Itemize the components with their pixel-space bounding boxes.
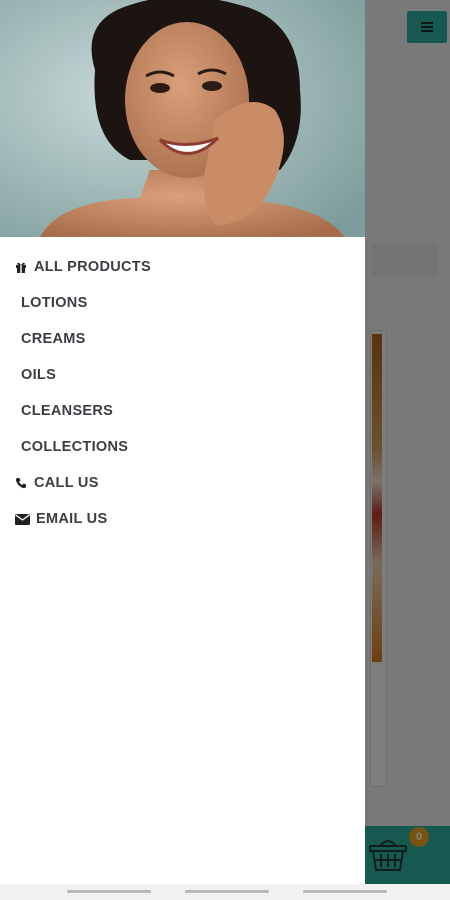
nav-creams[interactable]: CREAMS <box>0 321 365 357</box>
nav-collections[interactable]: COLLECTIONS <box>0 429 365 465</box>
nav-all-products[interactable]: ALL PRODUCTS <box>0 249 365 285</box>
system-back-handle[interactable] <box>67 890 151 893</box>
nav-label: ALL PRODUCTS <box>34 259 151 275</box>
drawer-menu: ALL PRODUCTS LOTIONS CREAMS OILS CLEANSE… <box>0 249 365 537</box>
nav-call-us[interactable]: CALL US <box>0 465 365 501</box>
gift-icon <box>14 260 28 274</box>
nav-label: COLLECTIONS <box>21 439 129 455</box>
phone-icon <box>14 476 28 490</box>
nav-label: EMAIL US <box>36 511 108 527</box>
system-navigation-bar <box>0 884 450 900</box>
nav-lotions[interactable]: LOTIONS <box>0 285 365 321</box>
nav-label: CREAMS <box>21 331 86 347</box>
nav-label: LOTIONS <box>21 295 88 311</box>
system-recents-handle[interactable] <box>303 890 387 893</box>
system-home-handle[interactable] <box>185 890 269 893</box>
envelope-icon <box>14 512 30 526</box>
nav-oils[interactable]: OILS <box>0 357 365 393</box>
nav-label: OILS <box>21 367 57 383</box>
nav-cleansers[interactable]: CLEANSERS <box>0 393 365 429</box>
nav-label: CALL US <box>34 475 99 491</box>
drawer-hero-image <box>0 0 365 237</box>
nav-label: CLEANSERS <box>21 403 114 419</box>
navigation-drawer: ALL PRODUCTS LOTIONS CREAMS OILS CLEANSE… <box>0 0 365 886</box>
nav-email-us[interactable]: EMAIL US <box>0 501 365 537</box>
